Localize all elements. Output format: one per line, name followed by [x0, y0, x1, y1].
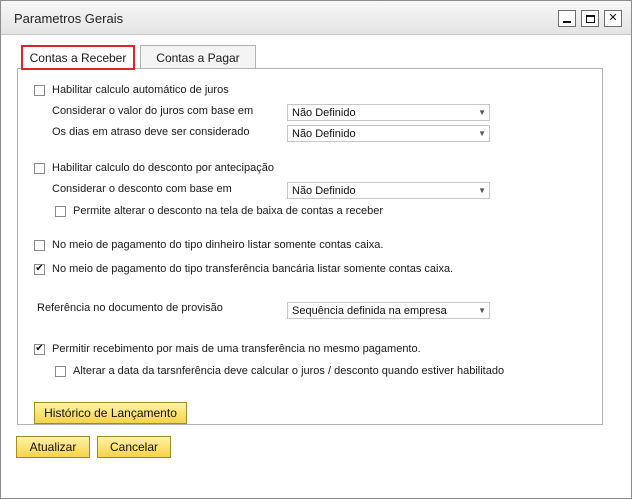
minimize-button[interactable]	[558, 10, 576, 27]
juros-base-row: Considerar o valor do juros com base em	[52, 105, 253, 117]
juros-dias-row: Os dias em atraso deve ser considerado	[52, 126, 250, 138]
recebimento-multi-checkbox[interactable]	[34, 343, 45, 355]
tab-contas-a-receber[interactable]: Contas a Receber	[21, 45, 135, 70]
juros-dias-value: Não Definido	[292, 127, 356, 140]
pagamento-dinheiro-row: No meio de pagamento do tipo dinheiro li…	[34, 239, 383, 251]
maximize-icon	[585, 14, 595, 23]
juros-enable-label: Habilitar calculo automático de juros	[52, 84, 229, 96]
atualizar-button[interactable]: Atualizar	[16, 436, 90, 458]
title-bar: Parametros Gerais ✕	[1, 1, 631, 35]
provisao-select[interactable]: Sequência definida na empresa ▼	[287, 302, 490, 319]
recebimento-alterar-label: Alterar a data da tarsnferência deve cal…	[73, 365, 505, 377]
cancelar-button-label: Cancelar	[109, 440, 159, 454]
juros-base-label: Considerar o valor do juros com base em	[52, 105, 254, 117]
recebimento-multi-label: Permitir recebimento por mais de uma tra…	[52, 343, 421, 355]
historico-button-label: Histórico de Lançamento	[44, 406, 177, 420]
juros-base-value: Não Definido	[292, 106, 356, 119]
desconto-enable-checkbox[interactable]	[34, 162, 45, 174]
juros-dias-label: Os dias em atraso deve ser considerado	[52, 126, 250, 138]
desconto-enable-label: Habilitar calculo do desconto por anteci…	[52, 162, 274, 174]
desconto-base-row: Considerar o desconto com base em	[52, 183, 232, 195]
recebimento-alterar-row: Alterar a data da tarsnferência deve cal…	[55, 365, 504, 377]
desconto-permite-label: Permite alterar o desconto na tela de ba…	[73, 205, 384, 217]
minimize-icon	[563, 20, 571, 23]
maximize-button[interactable]	[581, 10, 599, 27]
historico-lancamento-button[interactable]: Histórico de Lançamento	[34, 402, 187, 424]
juros-enable-row: Habilitar calculo automático de juros	[34, 84, 229, 96]
juros-base-select[interactable]: Não Definido ▼	[287, 104, 490, 121]
pagamento-transferencia-label: No meio de pagamento do tipo transferênc…	[52, 263, 454, 275]
juros-enable-checkbox[interactable]	[34, 84, 45, 96]
provisao-value: Sequência definida na empresa	[292, 304, 447, 317]
cancelar-button[interactable]: Cancelar	[97, 436, 171, 458]
window-title: Parametros Gerais	[14, 11, 124, 26]
desconto-base-label: Considerar o desconto com base em	[52, 183, 232, 195]
pagamento-transferencia-row: No meio de pagamento do tipo transferênc…	[34, 263, 453, 275]
juros-dias-select[interactable]: Não Definido ▼	[287, 125, 490, 142]
chevron-down-icon: ▼	[478, 306, 486, 315]
atualizar-button-label: Atualizar	[29, 440, 77, 454]
desconto-permite-checkbox[interactable]	[55, 205, 66, 217]
pagamento-dinheiro-label: No meio de pagamento do tipo dinheiro li…	[52, 239, 384, 251]
provisao-row: Referência no documento de provisão	[37, 302, 223, 314]
parametros-gerais-window: Parametros Gerais ✕ Contas a Receber Con…	[0, 0, 632, 499]
tab-panel-contas-a-receber: Habilitar calculo automático de juros Co…	[17, 68, 603, 425]
pagamento-dinheiro-checkbox[interactable]	[34, 239, 45, 251]
recebimento-multi-row: Permitir recebimento por mais de uma tra…	[34, 343, 421, 355]
tab-contas-a-pagar[interactable]: Contas a Pagar	[140, 45, 256, 69]
desconto-enable-row: Habilitar calculo do desconto por anteci…	[34, 162, 274, 174]
desconto-base-select[interactable]: Não Definido ▼	[287, 182, 490, 199]
provisao-label: Referência no documento de provisão	[37, 302, 223, 314]
chevron-down-icon: ▼	[478, 108, 486, 117]
close-button[interactable]: ✕	[604, 10, 622, 27]
chevron-down-icon: ▼	[478, 186, 486, 195]
pagamento-transferencia-checkbox[interactable]	[34, 263, 45, 275]
chevron-down-icon: ▼	[478, 129, 486, 138]
close-icon: ✕	[608, 12, 618, 24]
desconto-permite-row: Permite alterar o desconto na tela de ba…	[55, 205, 383, 217]
recebimento-alterar-checkbox[interactable]	[55, 365, 66, 377]
tab-label: Contas a Receber	[29, 50, 127, 65]
desconto-base-value: Não Definido	[292, 184, 356, 197]
tab-label: Contas a Pagar	[156, 50, 240, 65]
